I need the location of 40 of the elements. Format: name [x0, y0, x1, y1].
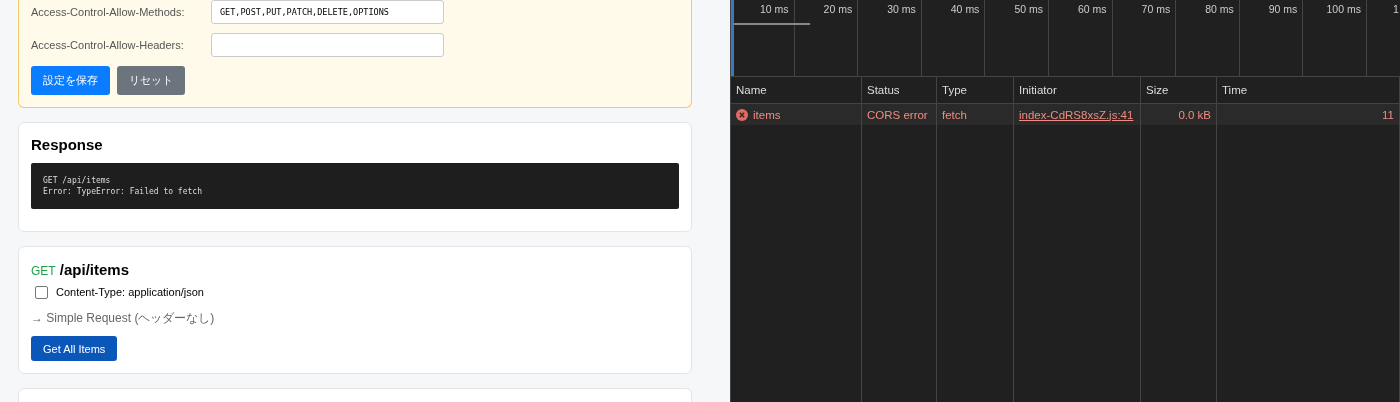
- column-header[interactable]: Name: [731, 77, 862, 103]
- tick-label: 20 ms: [823, 3, 853, 15]
- initiator-link[interactable]: index-CdRS8xsZ.js:41: [1019, 108, 1134, 121]
- endpoint-path: /api/items: [59, 261, 130, 278]
- card-title: Response: [31, 136, 104, 153]
- column-header[interactable]: Type: [937, 77, 1014, 103]
- tick-label: 40 ms: [950, 3, 980, 15]
- field-label: Access-Control-Allow-Methods:: [31, 6, 186, 18]
- code-line: Error: TypeError: Failed to fetch: [43, 186, 203, 197]
- column-header[interactable]: Initiator: [1014, 77, 1141, 103]
- column-header[interactable]: Size: [1141, 77, 1217, 103]
- checkbox-label: Content-Type: application/json: [56, 286, 204, 298]
- error-icon: [736, 108, 748, 121]
- tick-label: 50 ms: [1014, 3, 1043, 15]
- tick-label: 60 ms: [1077, 3, 1107, 15]
- table-cell: CORS error: [862, 104, 937, 125]
- tick-label: 10 ms: [760, 3, 789, 15]
- table-cell: 0.0 kB: [1141, 104, 1217, 125]
- request-note: → Simple Request (ヘッダーなし): [31, 310, 216, 327]
- tick-label: 30 ms: [887, 3, 916, 15]
- table-cell: 11: [1217, 104, 1400, 125]
- get-items-button[interactable]: Get All Items: [31, 336, 118, 361]
- column-header[interactable]: Time: [1217, 77, 1400, 103]
- column-header[interactable]: Status: [862, 77, 937, 103]
- field-label: Access-Control-Allow-Headers:: [31, 39, 185, 51]
- tick-label: 70 ms: [1141, 3, 1171, 15]
- request-name[interactable]: items: [753, 108, 781, 121]
- input-field[interactable]: [211, 33, 444, 57]
- tick-label: 80 ms: [1205, 3, 1234, 15]
- http-method: GET: [31, 264, 56, 278]
- tick-label: 1: [1392, 3, 1399, 15]
- reset-button[interactable]: リセット: [117, 66, 185, 95]
- tick-label: 100 ms: [1326, 3, 1361, 15]
- save-button[interactable]: 設定を保存: [31, 66, 110, 95]
- timeline-handle[interactable]: [731, 0, 734, 76]
- tick-label: 90 ms: [1268, 3, 1298, 15]
- checkbox[interactable]: [35, 285, 48, 299]
- input-field[interactable]: GET,POST,PUT,PATCH,DELETE,OPTIONS: [211, 0, 444, 24]
- table-cell: fetch: [937, 104, 1014, 125]
- code-line: GET /api/items: [43, 175, 112, 186]
